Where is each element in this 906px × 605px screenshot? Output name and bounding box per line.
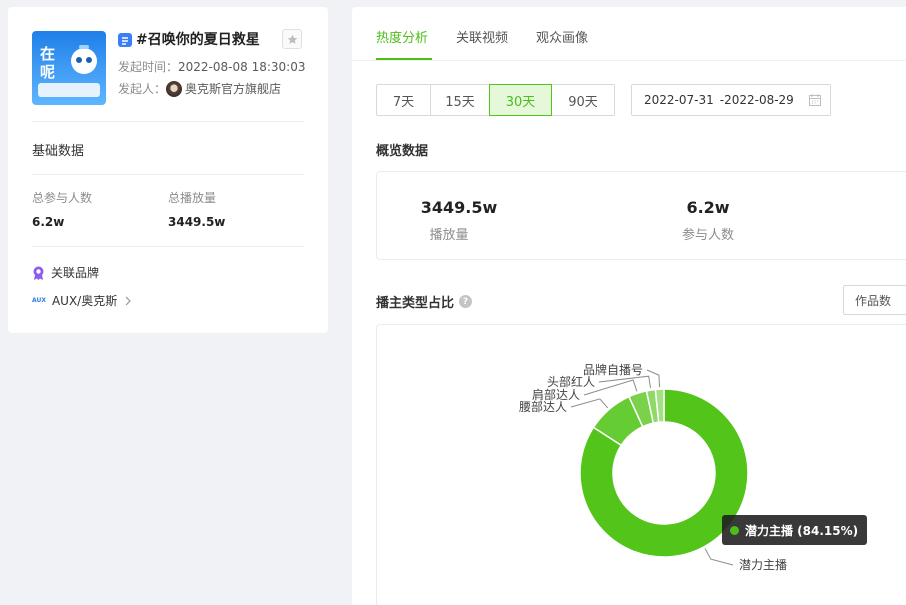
favorite-button[interactable] (282, 29, 302, 49)
slice-label-2: 肩部达人 (532, 387, 580, 402)
topic-thumbnail: 在呢 (32, 31, 106, 105)
publish-time-value: 2022-08-08 18:30:03 (178, 60, 306, 74)
tooltip-text: 潜力主播 (84.15%) (745, 523, 859, 538)
date-end: -2022-08-29 (719, 93, 794, 107)
metric-select[interactable]: 作品数 (843, 285, 906, 315)
topic-hash-icon (118, 33, 132, 47)
help-icon[interactable]: ? (459, 295, 473, 308)
publish-time-label: 发起时间： (118, 60, 179, 74)
tab-heat-analysis[interactable]: 热度分析 (376, 27, 428, 46)
brand-logo: AUX (32, 297, 46, 304)
overview-plays-label: 播放量 (429, 228, 469, 243)
slice-label-4: 品牌自播号 (583, 363, 643, 377)
participants-label: 总参与人数 (32, 191, 93, 205)
analysis-panel: 热度分析 关联视频 观众画像 7天 15天 30天 90天 2022-07-31… (352, 7, 906, 605)
initiator-label: 发起人： (118, 82, 167, 96)
overview-title: 概览数据 (376, 144, 429, 159)
range-15-days[interactable]: 15天 (430, 84, 490, 116)
brand-link[interactable]: AUX AUX/奥克斯 (32, 292, 133, 309)
related-brand-title: 关联品牌 (32, 264, 99, 281)
tab-audience-profile[interactable]: 观众画像 (536, 27, 588, 46)
topic-title: #召唤你的夏日救星 (136, 32, 260, 48)
overview-plays-value: 3449.5w (420, 198, 498, 217)
basic-data-title: 基础数据 (32, 144, 85, 159)
topic-info-card: 在呢 #召唤你的夏日救星 发起时间：2022-08-08 18:30:03 发起… (8, 7, 328, 333)
chart-title-text: 播主类型占比 (376, 296, 455, 311)
overview-participants-value: 6.2w (686, 198, 730, 217)
range-90-days[interactable]: 90天 (551, 84, 615, 116)
date-start: 2022-07-31 (644, 93, 714, 107)
star-icon (287, 34, 297, 44)
plays-value: 3449.5w (168, 215, 226, 229)
slice-label-0: 潜力主播 (739, 558, 787, 572)
range-30-days[interactable]: 30天 (489, 84, 552, 116)
participants-value: 6.2w (32, 215, 65, 229)
plays-label: 总播放量 (168, 191, 217, 205)
date-range-picker[interactable]: 2022-07-31 -2022-08-29 (631, 84, 831, 116)
brand-name: AUX/奥克斯 (51, 294, 118, 308)
donut-chart: 潜力主播腰部达人肩部达人头部红人品牌自播号 (519, 363, 787, 572)
tabs-divider (352, 60, 906, 61)
divider (32, 174, 304, 175)
tab-related-videos[interactable]: 关联视频 (456, 27, 508, 46)
brand-badge-icon (33, 266, 44, 280)
overview-participants-label: 参与人数 (681, 228, 735, 243)
tooltip-dot (730, 525, 739, 535)
chevron-right-icon (125, 296, 132, 305)
divider (32, 246, 304, 247)
creator-type-ratio-title: 播主类型占比 ? (376, 292, 473, 311)
publish-time: 发起时间：2022-08-08 18:30:03 (118, 58, 305, 75)
creator-type-chart: 潜力主播 腰部达人 肩部达人 头部红人 品牌自播号 潜力主播 (84.15%) (376, 324, 906, 605)
overview-box: 3449.5w 播放量 6.2w 参与人数 (376, 171, 906, 260)
avatar (166, 81, 183, 97)
initiator: 发起人： 奥克斯官方旗舰店 (118, 80, 281, 97)
related-brand-label: 关联品牌 (51, 266, 100, 280)
label-line-0 (704, 548, 734, 566)
initiator-name[interactable]: 奥克斯官方旗舰店 (185, 82, 281, 96)
divider (32, 121, 304, 122)
calendar-icon (809, 94, 821, 106)
range-7-days[interactable]: 7天 (376, 84, 431, 116)
thumb-text: 在呢 (40, 45, 56, 81)
chart-tooltip: 潜力主播 (84.15%) (722, 515, 868, 545)
